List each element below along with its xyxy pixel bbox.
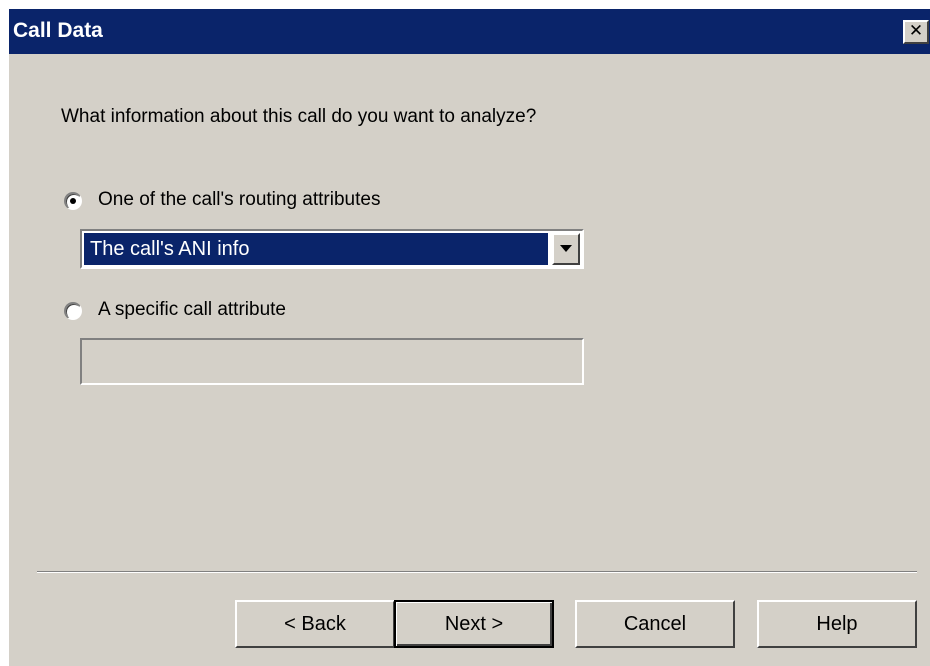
call-data-dialog: Call Data ✕ What information about this … — [8, 8, 930, 666]
radio-selected-dot — [70, 198, 76, 204]
routing-attribute-selected-value: The call's ANI info — [84, 233, 548, 265]
routing-attribute-select[interactable]: The call's ANI info — [80, 229, 584, 269]
routing-attributes-radio[interactable] — [64, 192, 82, 210]
help-button[interactable]: Help — [757, 600, 917, 648]
back-button[interactable]: < Back — [235, 600, 395, 648]
chevron-down-icon — [560, 245, 572, 252]
routing-attributes-label[interactable]: One of the call's routing attributes — [98, 188, 380, 212]
question-label: What information about this call do you … — [61, 106, 537, 127]
specific-attribute-radio[interactable] — [64, 302, 82, 320]
next-button[interactable]: Next > — [394, 600, 554, 648]
dialog-title: Call Data — [13, 19, 103, 42]
button-separator — [37, 571, 917, 573]
cancel-button[interactable]: Cancel — [575, 600, 735, 648]
specific-attribute-input[interactable] — [80, 338, 584, 385]
dropdown-arrow-button[interactable] — [552, 233, 580, 265]
close-icon: ✕ — [908, 21, 924, 41]
close-button[interactable]: ✕ — [903, 20, 929, 44]
title-bar[interactable]: Call Data ✕ — [9, 9, 930, 54]
specific-attribute-label[interactable]: A specific call attribute — [98, 298, 286, 322]
